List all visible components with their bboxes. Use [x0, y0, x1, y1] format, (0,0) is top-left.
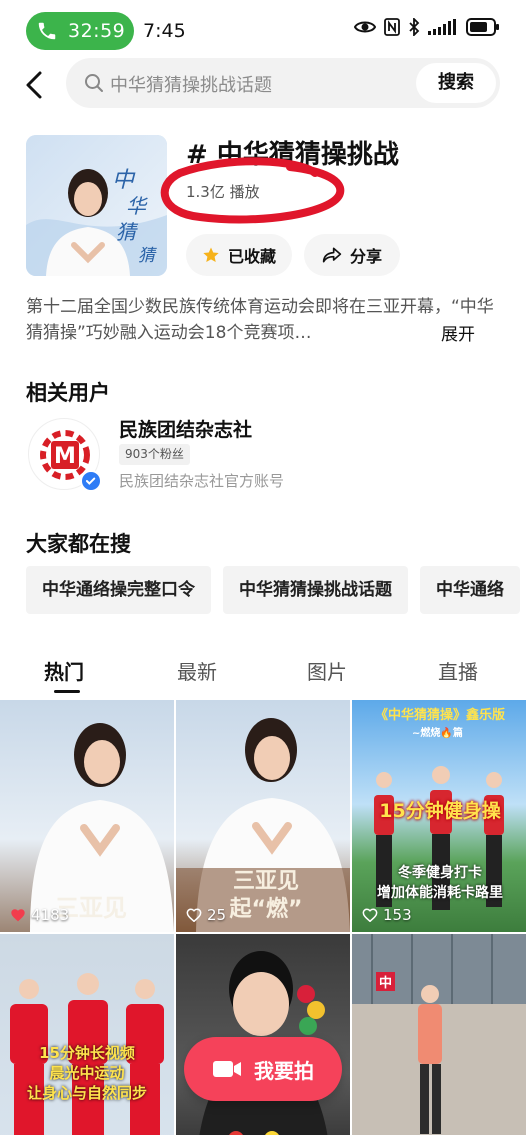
bluetooth-icon [409, 18, 420, 36]
video-card[interactable]: 三亚见 4183 [0, 700, 174, 932]
svg-text:华: 华 [126, 194, 148, 218]
ongoing-call-pill[interactable]: 32:59 [26, 12, 134, 50]
cover-calligraphy: 中 [112, 168, 136, 193]
user-description: 民族团结杂志社官方账号 [119, 472, 285, 490]
video-caption-2: 晨光中运动 [49, 1064, 125, 1082]
video-camera-icon [213, 1061, 241, 1077]
video-card[interactable]: 15分钟长视频 晨光中运动 让身心与自然同步 [0, 934, 174, 1135]
search-chip[interactable]: 中华通络操完整口令 [26, 566, 211, 614]
favorite-label: 已收藏 [227, 247, 276, 266]
signal-icon [428, 19, 456, 35]
video-caption: 15分钟健身操 [379, 800, 501, 822]
eye-icon [354, 21, 376, 33]
nfc-icon [384, 18, 400, 36]
clock: 7:45 [143, 20, 186, 42]
video-thumbnail [352, 934, 526, 1135]
video-thumbnail [199, 951, 328, 1135]
video-caption-3: 让身心与自然同步 [26, 1084, 147, 1102]
call-timer: 32:59 [68, 20, 126, 42]
heart-filled-icon [11, 909, 25, 922]
search-chip[interactable]: 中华通络 [420, 566, 520, 614]
tab-live[interactable]: 直播 [438, 656, 478, 685]
search-bar[interactable]: 中华猜猜操挑战话题 搜索 [66, 58, 500, 108]
video-sub-caption: ~燃烧🔥篇 [412, 728, 463, 739]
back-arrow-icon[interactable] [22, 70, 48, 100]
video-card[interactable] [176, 934, 350, 1135]
avatar-letter: M [54, 444, 76, 469]
topic-description: 第十二届全国少数民族传统体育运动会即将在三亚开幕，“中华猜猜操”巧妙融入运动会1… [26, 297, 494, 343]
tab-hot[interactable]: 热门 [44, 656, 84, 685]
fans-count-badge: 903个粉丝 [119, 444, 190, 465]
share-label: 分享 [349, 247, 382, 266]
star-icon [203, 247, 219, 263]
share-button[interactable]: 分享 [304, 234, 400, 276]
heart-outline-icon [362, 908, 378, 922]
like-count: 4183 [10, 906, 69, 924]
battery-icon [466, 18, 499, 36]
video-top-caption: 《中华猜猜操》鑫乐版 [374, 708, 505, 723]
topic-cover-illustration: 中 华 猜 猜 [26, 135, 167, 276]
video-caption: 中 [376, 972, 396, 991]
expand-link[interactable]: 展开 [441, 320, 475, 345]
share-icon [322, 247, 342, 263]
phone-icon [38, 22, 56, 40]
topic-cover-image[interactable]: 中 华 猜 猜 [26, 135, 167, 276]
heart-outline-icon [186, 908, 202, 922]
search-button[interactable]: 搜索 [416, 63, 496, 103]
like-count: 25 [186, 906, 226, 924]
active-tab-indicator [54, 690, 80, 693]
record-video-button[interactable]: 我要拍 [184, 1037, 342, 1101]
tab-latest[interactable]: 最新 [177, 656, 217, 685]
search-query-text[interactable]: 中华猜猜操挑战话题 [110, 71, 272, 97]
record-button-label: 我要拍 [254, 1058, 314, 1083]
video-caption-2: 冬季健身打卡 [398, 865, 482, 881]
video-thumbnail [10, 973, 164, 1135]
search-chip[interactable]: 中华猜猜操挑战话题 [223, 566, 408, 614]
status-bar: 32:59 7:45 [0, 10, 526, 52]
like-count: 153 [362, 906, 412, 924]
verified-badge-icon [80, 470, 102, 492]
video-card[interactable]: 中 [352, 934, 526, 1135]
svg-text:猜: 猜 [116, 220, 139, 244]
user-name[interactable]: 民族团结杂志社 [119, 415, 252, 442]
favorite-button[interactable]: 已收藏 [186, 234, 292, 276]
video-caption: 15分钟长视频 [39, 1044, 135, 1062]
search-icon [85, 74, 103, 92]
video-card[interactable]: 三亚见 起“燃” 25 [176, 700, 350, 932]
tab-images[interactable]: 图片 [307, 656, 347, 685]
related-users-title: 相关用户 [26, 381, 110, 405]
popular-search-chips: 中华通络操完整口令 中华猜猜操挑战话题 中华通络 [26, 566, 520, 614]
video-card[interactable]: 《中华猜猜操》鑫乐版 ~燃烧🔥篇 15分钟健身操 冬季健身打卡 增加体能消耗卡路… [352, 700, 526, 932]
content-tabs: 热门 最新 图片 直播 [0, 656, 526, 693]
video-caption-3: 增加体能消耗卡路里 [377, 885, 503, 901]
popular-searches-title: 大家都在搜 [26, 532, 131, 556]
red-circle-annotation [160, 157, 345, 224]
svg-text:猜: 猜 [138, 246, 157, 266]
